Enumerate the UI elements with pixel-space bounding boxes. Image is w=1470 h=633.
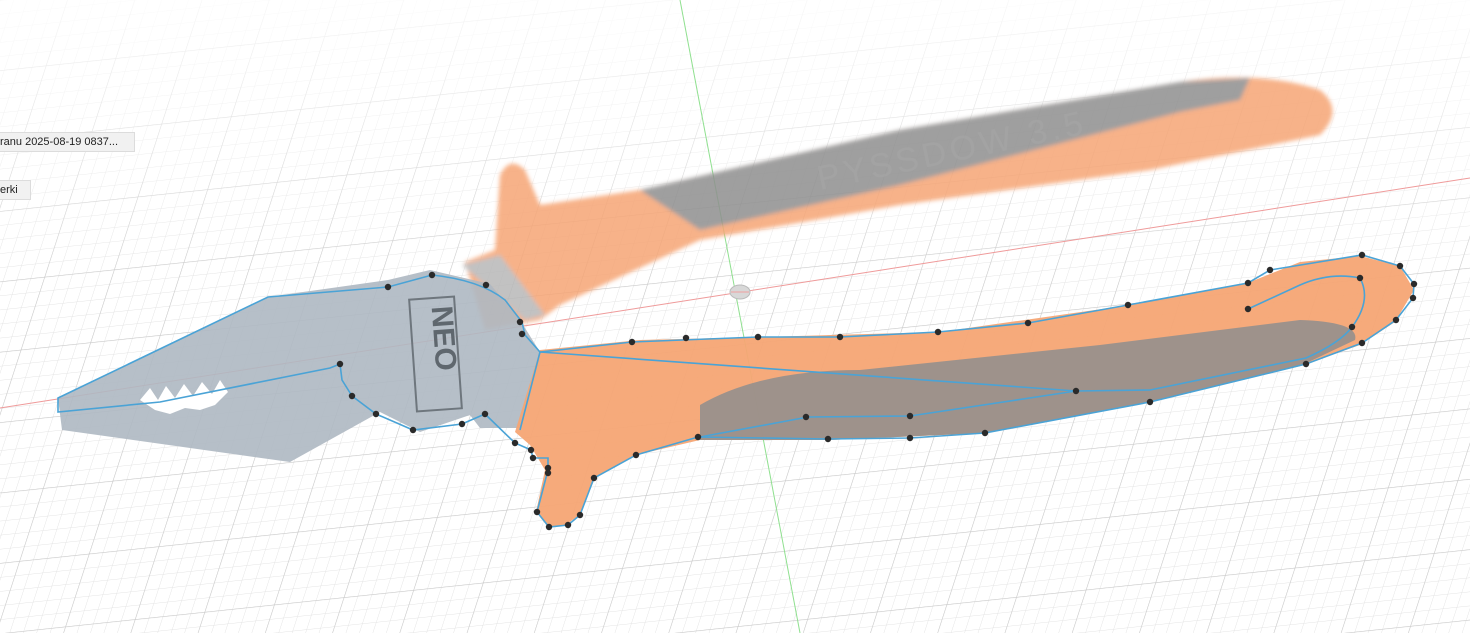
sketch-point-icon[interactable] (628, 338, 636, 346)
sketch-point-icon[interactable] (348, 392, 356, 400)
sketch-point-icon[interactable] (906, 412, 914, 420)
sketch-point-icon[interactable] (1396, 262, 1404, 270)
design-viewport[interactable]: PYSSDOW 3.5 NEO (0, 0, 1470, 633)
sketch-point-icon[interactable] (458, 420, 466, 428)
sketch-point-icon[interactable] (1072, 387, 1080, 395)
sketch-point-icon[interactable] (632, 451, 640, 459)
sketch-point-icon[interactable] (981, 429, 989, 437)
sketch-point-icon[interactable] (1244, 305, 1252, 313)
sketch-point-icon[interactable] (527, 446, 535, 454)
sketch-point-icon[interactable] (1302, 360, 1310, 368)
sketch-point-icon[interactable] (1410, 280, 1418, 288)
sketch-point-icon[interactable] (481, 410, 489, 418)
sketch-point-icon[interactable] (1358, 251, 1366, 259)
sketch-point-icon[interactable] (1356, 274, 1364, 282)
sketch-point-icon[interactable] (1244, 279, 1252, 287)
sketch-point-icon[interactable] (545, 523, 553, 531)
sketch-point-icon[interactable] (1146, 398, 1154, 406)
sketch-point-icon[interactable] (544, 469, 552, 477)
sketch-point-icon[interactable] (836, 333, 844, 341)
sketch-point-icon[interactable] (1409, 294, 1417, 302)
sketch-point-icon[interactable] (516, 318, 524, 326)
sketch-point-icon[interactable] (409, 426, 417, 434)
sketch-point-icon[interactable] (529, 454, 537, 462)
sketch-point-icon[interactable] (1124, 301, 1132, 309)
sketch-point-icon[interactable] (824, 435, 832, 443)
sketch-point-icon[interactable] (694, 433, 702, 441)
sketch-point-icon[interactable] (1358, 339, 1366, 347)
sketch-point-icon[interactable] (482, 281, 490, 289)
browser-canvas-item[interactable]: ranu 2025-08-19 0837... (0, 132, 135, 152)
sketch-point-icon[interactable] (1266, 266, 1274, 274)
jaw-logo-text: NEO (425, 305, 462, 372)
sketch-point-icon[interactable] (372, 410, 380, 418)
sketch-point-icon[interactable] (906, 434, 914, 442)
sketch-point-icon[interactable] (682, 334, 690, 342)
sketch-point-icon[interactable] (428, 271, 436, 279)
sketch-point-icon[interactable] (934, 328, 942, 336)
sketch-point-icon[interactable] (1348, 323, 1356, 331)
origin-marker-icon[interactable] (729, 284, 751, 300)
sketch-point-icon[interactable] (564, 521, 572, 529)
sketch-point-icon[interactable] (590, 474, 598, 482)
sketch-point-icon[interactable] (576, 511, 584, 519)
sketch-point-icon[interactable] (802, 413, 810, 421)
sketch-point-icon[interactable] (754, 333, 762, 341)
sketch-point-icon[interactable] (518, 330, 526, 338)
sketch-point-icon[interactable] (1392, 316, 1400, 324)
sketch-point-icon[interactable] (533, 508, 541, 516)
sketch-point-icon[interactable] (511, 439, 519, 447)
browser-sketch-item[interactable]: erki (0, 180, 31, 200)
sketch-point-icon[interactable] (1024, 319, 1032, 327)
sketch-point-icon[interactable] (336, 360, 344, 368)
sketch-point-icon[interactable] (384, 283, 392, 291)
